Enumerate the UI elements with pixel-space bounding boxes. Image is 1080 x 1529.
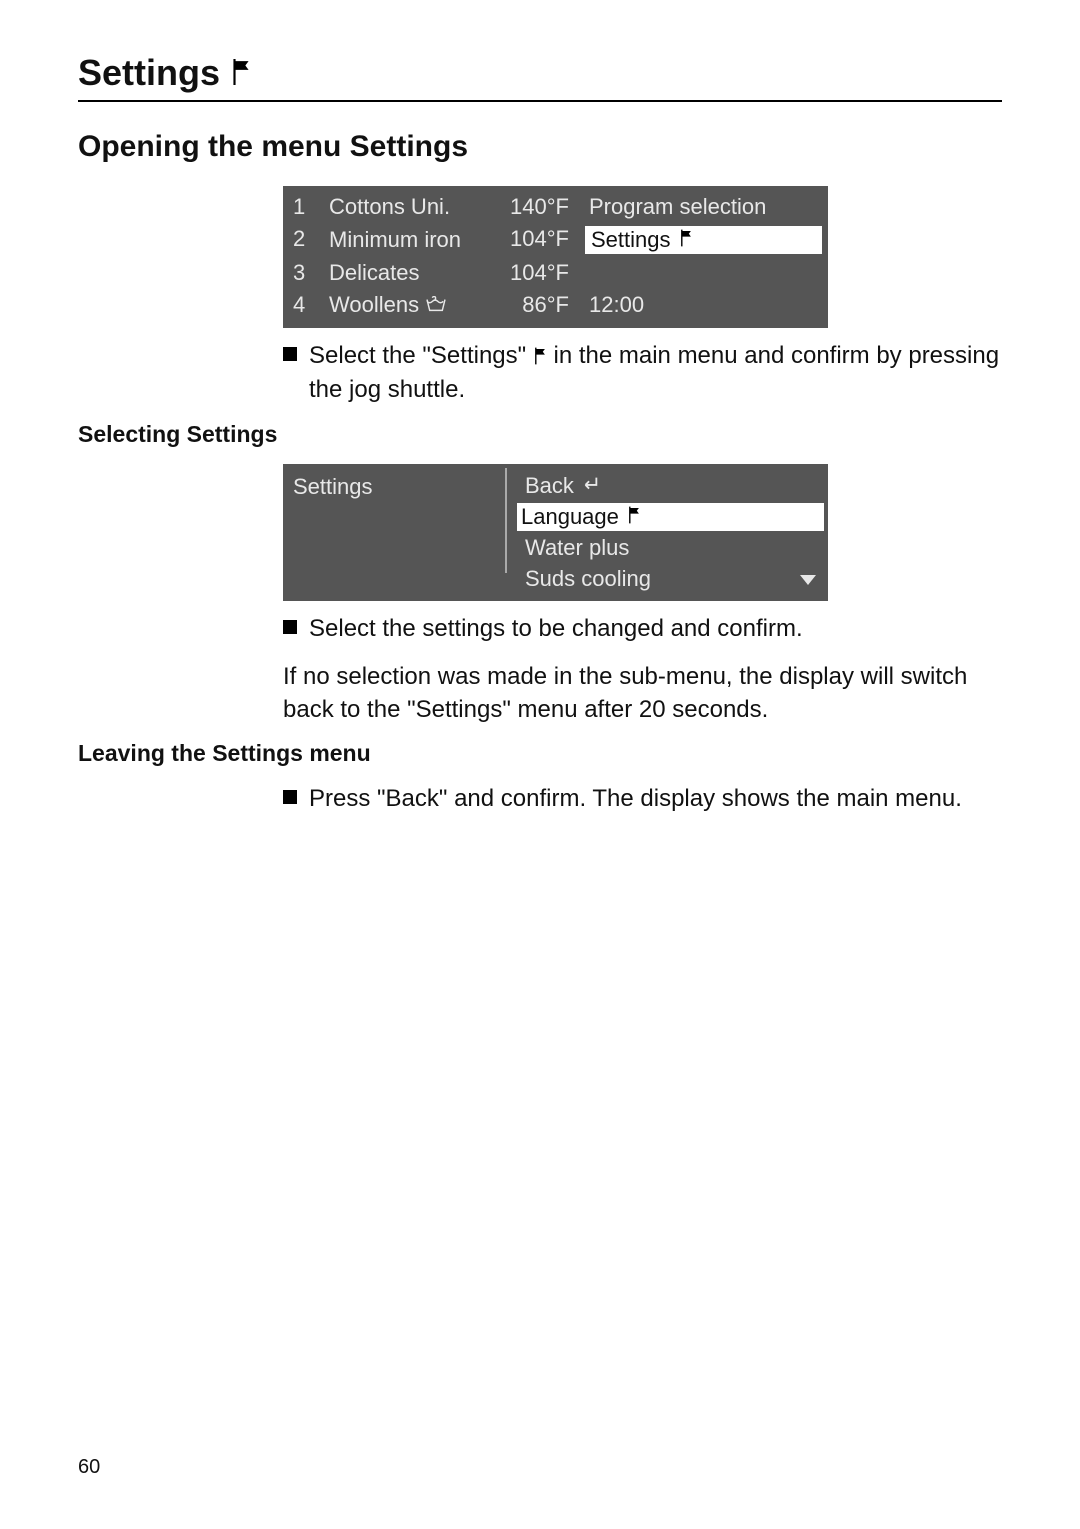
- square-bullet-icon: [283, 620, 297, 634]
- selected-settings-row[interactable]: Settings: [585, 226, 822, 254]
- prog-num: 1: [293, 194, 323, 220]
- lcd-settings-submenu: Settings Back Language Water plus: [283, 464, 828, 601]
- square-bullet-icon: [283, 347, 297, 361]
- flag-icon: [627, 504, 641, 530]
- section-leaving-heading: Leaving the Settings menu: [78, 740, 1002, 767]
- info-paragraph: If no selection was made in the sub-menu…: [283, 661, 1002, 726]
- prog-num: 2: [293, 226, 323, 254]
- scroll-down-icon[interactable]: [798, 567, 818, 593]
- option-suds-cooling[interactable]: Suds cooling: [521, 565, 820, 593]
- lcd2-right: Back Language Water plus Suds cooling: [507, 464, 828, 601]
- section-opening-title: Opening the menu Settings: [78, 130, 1002, 164]
- header-title: Settings: [78, 52, 220, 94]
- handwash-icon: [425, 296, 447, 314]
- instruction-bullet: Select the settings to be changed and co…: [283, 613, 1002, 645]
- page-header: Settings: [78, 52, 1002, 102]
- flag-icon: [679, 227, 693, 253]
- prog-name: Cottons Uni.: [329, 194, 489, 220]
- flag-icon: [533, 342, 547, 374]
- prog-temp: 104°F: [495, 260, 575, 286]
- instruction-text: Press "Back" and confirm. The display sh…: [309, 783, 1002, 815]
- prog-num: 4: [293, 292, 323, 318]
- prog-name: Woollens: [329, 292, 489, 318]
- section-selecting-heading: Selecting Settings: [78, 421, 1002, 448]
- page-number: 60: [78, 1456, 100, 1479]
- prog-temp: 104°F: [495, 226, 575, 254]
- flag-icon: [230, 52, 252, 94]
- prog-temp: 140°F: [495, 194, 575, 220]
- back-option[interactable]: Back: [521, 472, 820, 500]
- lcd2-left: Settings: [283, 464, 505, 601]
- square-bullet-icon: [283, 790, 297, 804]
- instruction-text: Select the "Settings" in the main menu a…: [309, 340, 1002, 407]
- side-settings-selected: Settings: [581, 226, 818, 254]
- return-arrow-icon: [580, 473, 600, 499]
- prog-name: Minimum iron: [329, 226, 489, 254]
- prog-temp: 86°F: [495, 292, 575, 318]
- option-water-plus[interactable]: Water plus: [521, 534, 820, 562]
- manual-page: Settings Opening the menu Settings 1 Cot…: [0, 0, 1080, 1529]
- instruction-bullet: Select the "Settings" in the main menu a…: [283, 340, 1002, 407]
- side-time: 12:00: [581, 292, 818, 318]
- instruction-bullet: Press "Back" and confirm. The display sh…: [283, 783, 1002, 815]
- prog-num: 3: [293, 260, 323, 286]
- lcd2-title: Settings: [293, 474, 373, 499]
- lcd-program-selection: 1 Cottons Uni. 140°F Program selection 2…: [283, 186, 828, 328]
- side-empty: [581, 260, 818, 286]
- side-program-selection: Program selection: [581, 194, 818, 220]
- option-language[interactable]: Language: [517, 503, 824, 531]
- instruction-text: Select the settings to be changed and co…: [309, 613, 1002, 645]
- prog-name: Delicates: [329, 260, 489, 286]
